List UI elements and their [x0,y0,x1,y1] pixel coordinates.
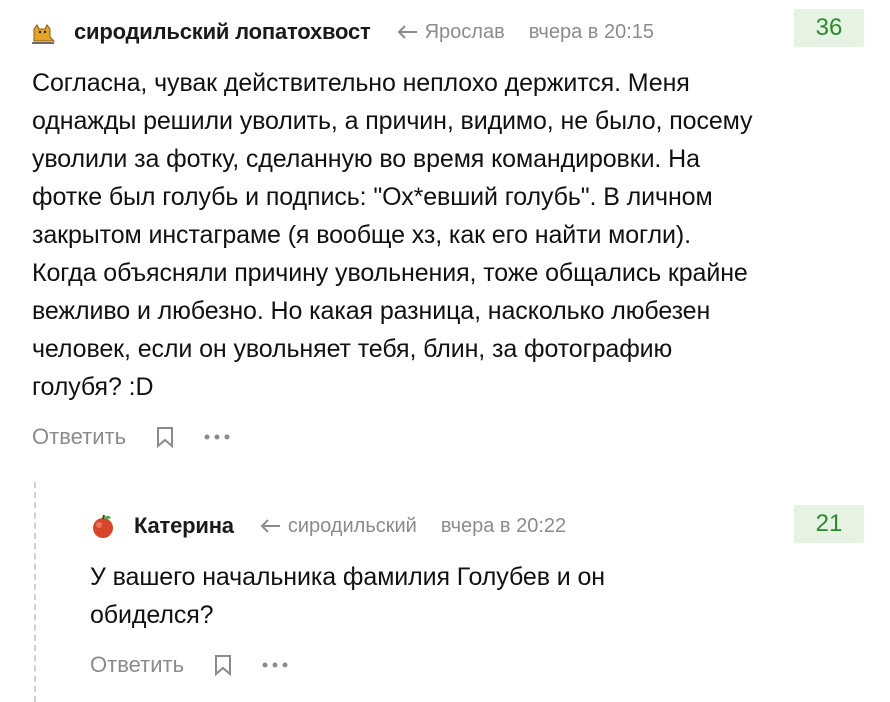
comment-actions: Ответить [32,424,230,450]
reply-button[interactable]: Ответить [90,652,184,678]
comment-actions: Ответить [90,652,288,678]
comment: сиродильский лопатохвост Ярослав вчера в… [0,0,890,470]
comment-text: Согласна, чувак действительно неплохо де… [32,69,753,401]
rating-badge: 36 [794,9,864,47]
comment-header: Катерина сиродильский вчера в 20:22 [90,506,566,546]
bookmark-icon[interactable] [156,426,174,448]
cat-avatar-icon[interactable] [30,19,56,45]
reply-arrow-icon [260,519,280,533]
rating-badge: 21 [794,505,864,543]
reply-to[interactable]: Ярослав [397,21,505,44]
reply-arrow-icon [397,25,417,39]
reply-to-name: Ярослав [424,20,505,43]
reply-button[interactable]: Ответить [32,424,126,450]
timestamp[interactable]: вчера в 20:15 [529,21,654,44]
username[interactable]: сиродильский лопатохвост [74,19,371,45]
apple-avatar-icon[interactable] [90,513,116,539]
timestamp[interactable]: вчера в 20:22 [441,515,566,538]
username[interactable]: Катерина [134,513,234,539]
reply-to-name: сиродильский [287,514,417,537]
reply-to[interactable]: сиродильский [260,515,417,538]
more-dots-icon[interactable] [262,661,288,669]
more-dots-icon[interactable] [204,433,230,441]
bookmark-icon[interactable] [214,654,232,676]
comment-text: У вашего начальника фамилия Голубев и он… [90,563,605,629]
comment-header: сиродильский лопатохвост Ярослав вчера в… [30,12,654,52]
